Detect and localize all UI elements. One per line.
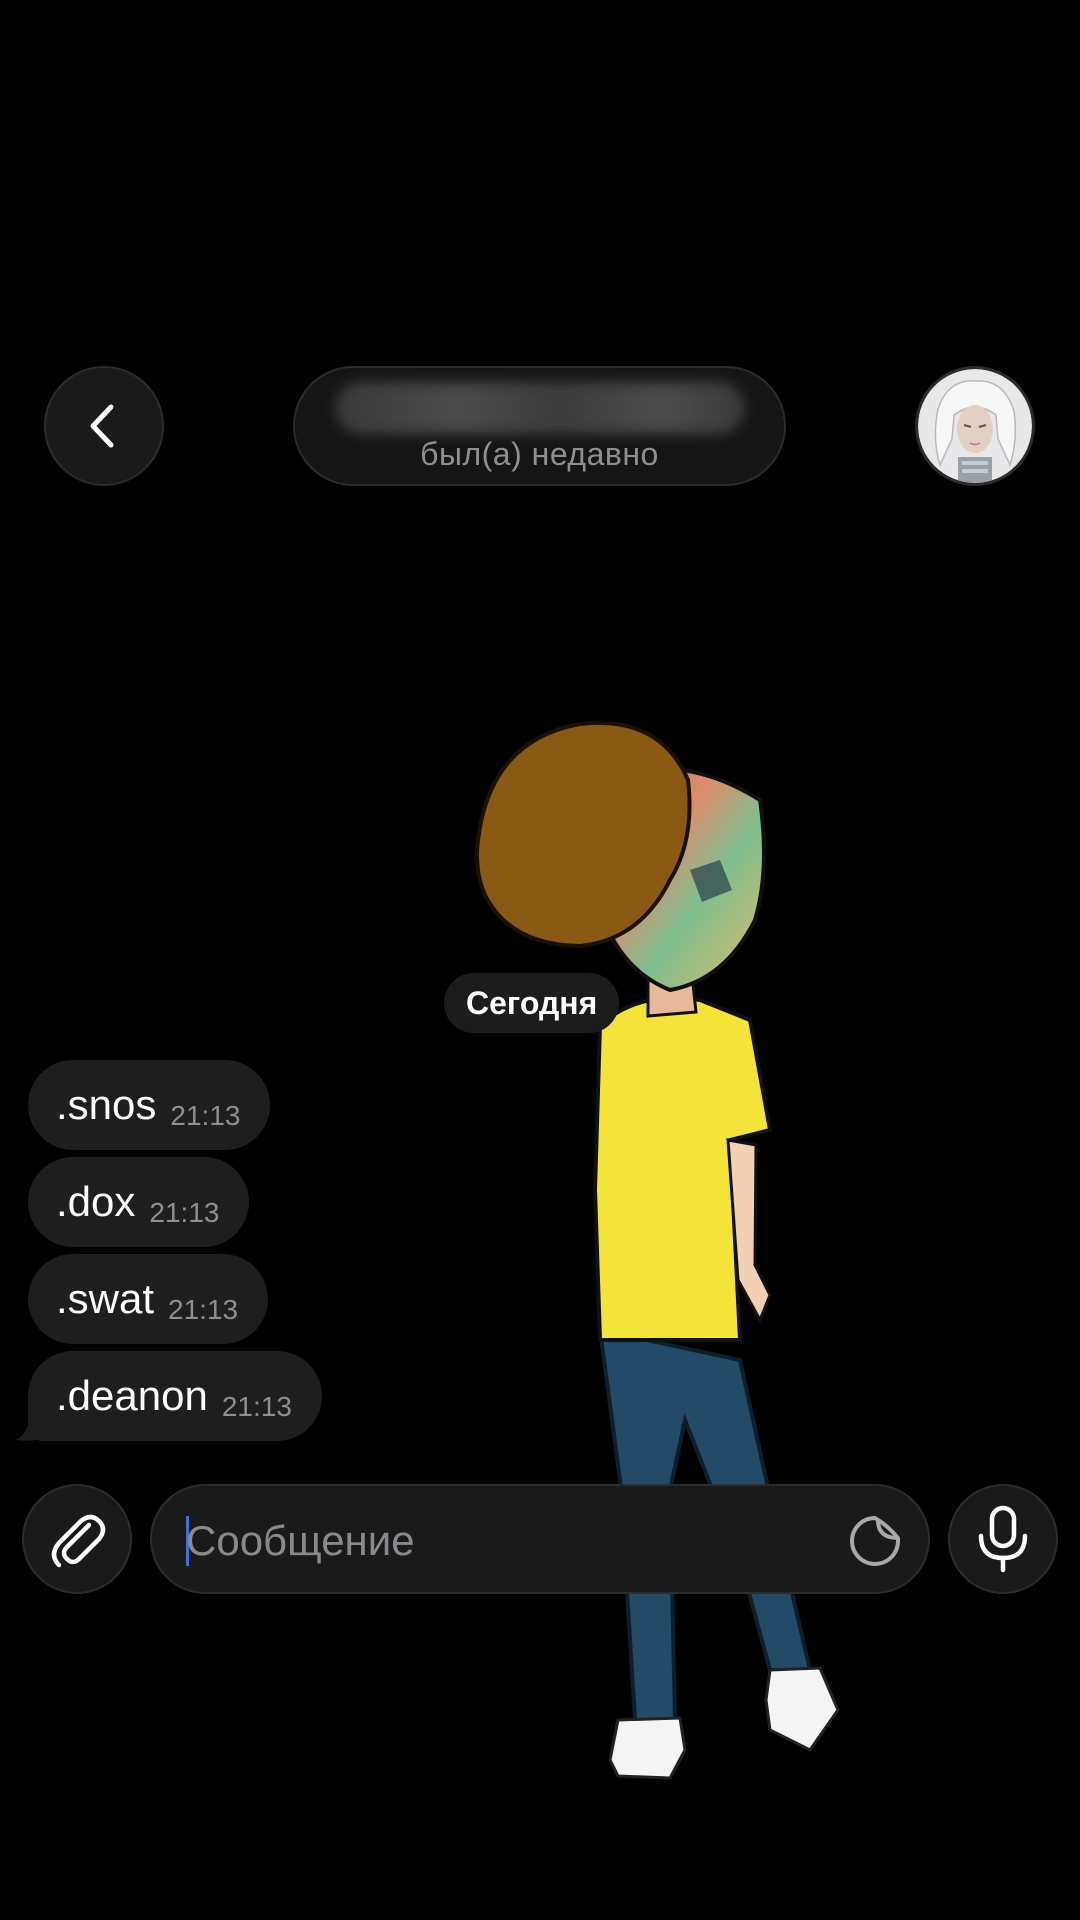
message-text: .swat <box>56 1275 155 1322</box>
message-bubble[interactable]: .deanon 21:13 <box>28 1351 322 1441</box>
chat-header-title[interactable]: был(а) недавно <box>293 366 786 486</box>
contact-name-blurred <box>335 382 745 434</box>
message-text: .snos <box>56 1081 157 1128</box>
date-badge: Сегодня <box>444 973 620 1033</box>
message-bubble[interactable]: .snos 21:13 <box>28 1060 271 1150</box>
avatar[interactable] <box>915 366 1035 486</box>
back-button[interactable] <box>44 366 164 486</box>
message-input-placeholder: Сообщение <box>186 1517 415 1564</box>
message-text: .deanon <box>56 1372 208 1419</box>
message-bubble[interactable]: .dox 21:13 <box>28 1157 250 1247</box>
message-bubble[interactable]: .swat 21:13 <box>28 1254 269 1344</box>
message-time: 21:13 <box>168 1294 239 1325</box>
message-text: .dox <box>56 1178 136 1225</box>
message-time: 21:13 <box>221 1391 292 1422</box>
attach-button[interactable] <box>22 1484 132 1594</box>
chevron-left-icon <box>90 404 114 448</box>
message-input[interactable]: Сообщение <box>150 1484 930 1594</box>
bubble-tail <box>16 1408 46 1441</box>
avatar-portrait-icon <box>918 369 1032 483</box>
message-time: 21:13 <box>149 1197 220 1228</box>
paperclip-icon <box>51 1514 106 1568</box>
contact-status: был(а) недавно <box>420 436 659 472</box>
character-illustration <box>474 721 840 1780</box>
microphone-icon <box>978 1505 1028 1573</box>
sticker-icon[interactable] <box>848 1514 902 1568</box>
message-time: 21:13 <box>170 1100 241 1131</box>
microphone-button[interactable] <box>948 1484 1058 1594</box>
